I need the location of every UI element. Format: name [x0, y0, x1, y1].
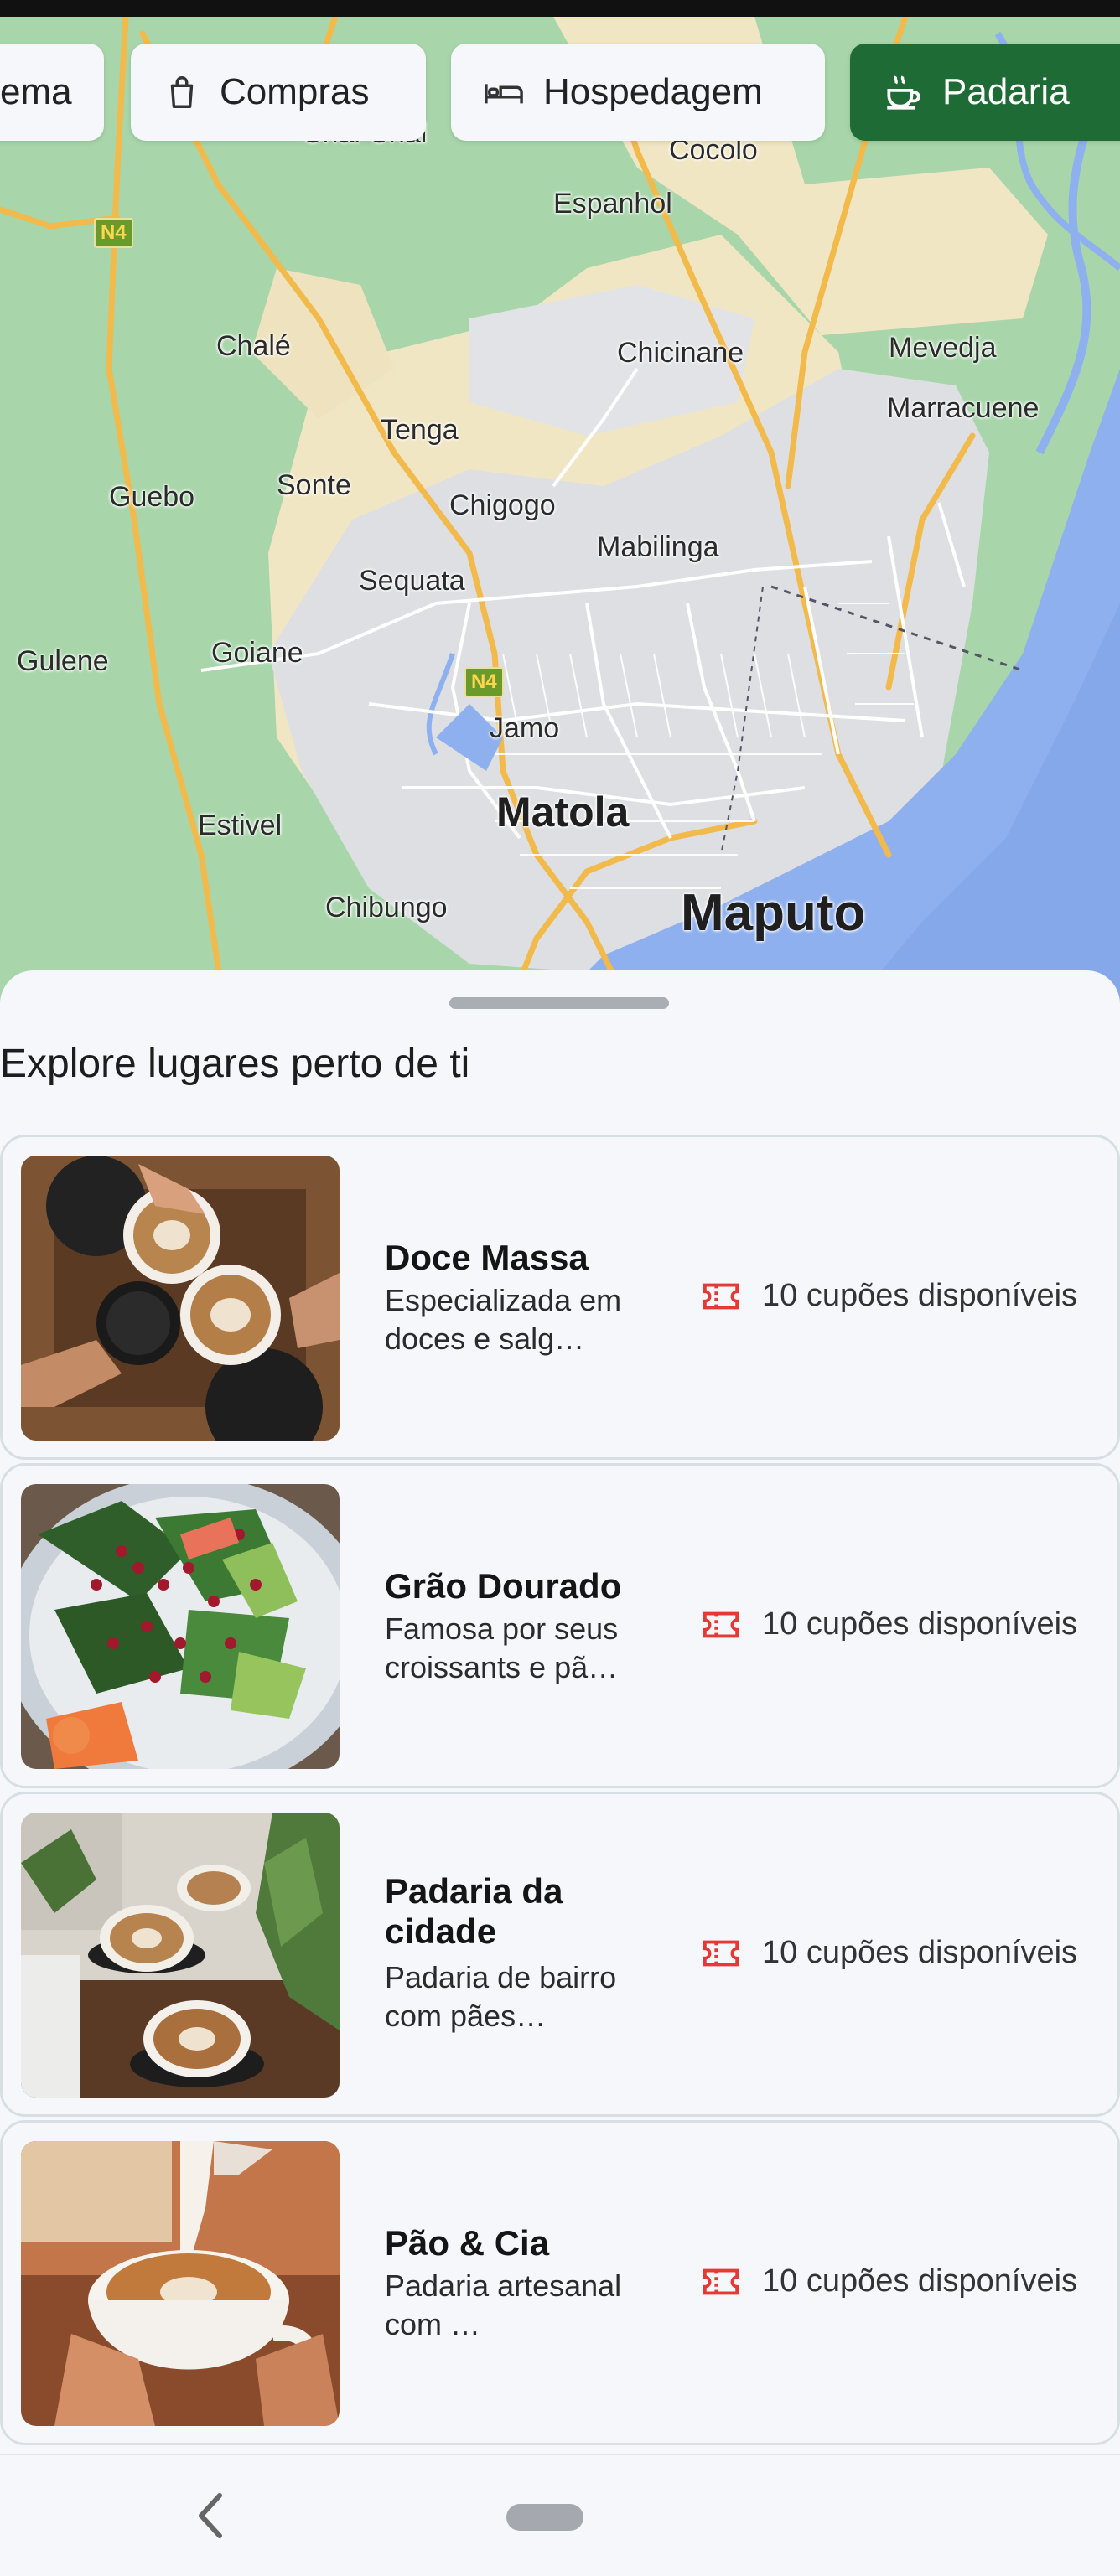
place-description: Padaria de bairro com pães… [385, 1960, 617, 2033]
place-card-pao-e-cia[interactable]: Pão & Cia Padaria artesanal com … 10 cup… [0, 2120, 1120, 2445]
map-label: Guebo [109, 481, 195, 513]
category-chips: ema Compras Hospedagem Padaria [0, 44, 1120, 141]
map-label: Chigogo [449, 489, 556, 521]
place-description: Padaria artesanal com … [385, 2268, 622, 2341]
chip-compras[interactable]: Compras [131, 44, 426, 141]
chip-label: ema [0, 71, 72, 112]
bed-icon [485, 84, 523, 104]
coffee-cup-icon [887, 75, 920, 110]
place-name: Grão Dourado [385, 1566, 622, 1606]
chip-hospedagem[interactable]: Hospedagem [451, 44, 825, 141]
system-nav-bar [0, 2454, 1120, 2576]
coupons-info: 10 cupões disponíveis [702, 1935, 1077, 1971]
coupons-label: 10 cupões disponíveis [762, 2263, 1078, 2299]
status-bar [0, 0, 1120, 17]
chip-padaria[interactable]: Padaria [850, 44, 1120, 141]
map-label: Maputo [681, 884, 866, 942]
map-label: Chicinane [617, 337, 744, 369]
chip-label: Compras [220, 71, 370, 112]
map-label: Matola [496, 789, 630, 835]
sheet-drag-handle[interactable] [449, 997, 669, 1009]
home-pill[interactable] [506, 2504, 583, 2531]
coupons-label: 10 cupões disponíveis [762, 1606, 1078, 1642]
shopping-bag-icon [170, 76, 194, 108]
road-shield: N4 [94, 218, 133, 248]
map-label: Sonte [277, 469, 351, 501]
map-view[interactable]: Chal Chal Cocolo Espanhol Chalé Chicinan… [0, 17, 1120, 1022]
ticket-icon [703, 1611, 739, 1637]
place-photo [21, 1813, 340, 2098]
place-card-grao-dourado[interactable]: Grão Dourado Famosa por seus croissants … [0, 1463, 1120, 1788]
back-icon[interactable] [193, 2489, 226, 2542]
map-label: Marracuene [887, 392, 1040, 424]
map-label: Estivel [198, 810, 283, 841]
place-description: Especializada em doces e salg… [385, 1283, 622, 1356]
place-photo [21, 1156, 340, 1441]
place-card-doce-massa[interactable]: Doce Massa Especializada em doces e salg… [0, 1135, 1120, 1460]
map-label: Mevedja [889, 332, 997, 364]
coupons-info: 10 cupões disponíveis [702, 2263, 1077, 2299]
road-shield: N4 [464, 667, 504, 697]
ticket-icon [703, 1940, 739, 1966]
place-card-padaria-da-cidade[interactable]: Padaria da cidade Padaria de bairro com … [0, 1792, 1120, 2117]
map-label: Jamo [490, 712, 560, 744]
map-label: Chalé [216, 330, 291, 362]
sheet-title: Explore lugares perto de ti [0, 1042, 470, 1086]
chip-cinema[interactable]: ema [0, 44, 104, 141]
place-name: Padaria da cidade [385, 1871, 563, 1951]
map-label: Espanhol [553, 188, 672, 220]
ticket-icon [703, 1283, 739, 1309]
map-canvas [0, 17, 1120, 1022]
place-description: Famosa por seus croissants e pã… [385, 1611, 619, 1684]
place-name: Doce Massa [385, 1238, 589, 1277]
coupons-info: 10 cupões disponíveis [702, 1606, 1077, 1642]
ticket-icon [703, 2268, 739, 2294]
coupons-label: 10 cupões disponíveis [762, 1935, 1078, 1970]
map-label: Mabilinga [597, 531, 719, 563]
map-label: Tenga [381, 414, 459, 446]
places-bottom-sheet[interactable]: Explore lugares perto de ti Doce Massa E… [0, 970, 1120, 2454]
map-label: Chibungo [325, 892, 448, 923]
chip-label: Padaria [942, 71, 1070, 112]
coupons-info: 10 cupões disponíveis [702, 1278, 1077, 1314]
place-name: Pão & Cia [385, 2223, 550, 2263]
chip-label: Hospedagem [543, 71, 763, 112]
map-label: Gulene [17, 645, 109, 677]
coupons-label: 10 cupões disponíveis [762, 1278, 1078, 1313]
place-photo [21, 2141, 340, 2426]
map-label: Goiane [211, 637, 303, 669]
map-label: Sequata [359, 565, 465, 597]
place-photo [21, 1484, 340, 1769]
